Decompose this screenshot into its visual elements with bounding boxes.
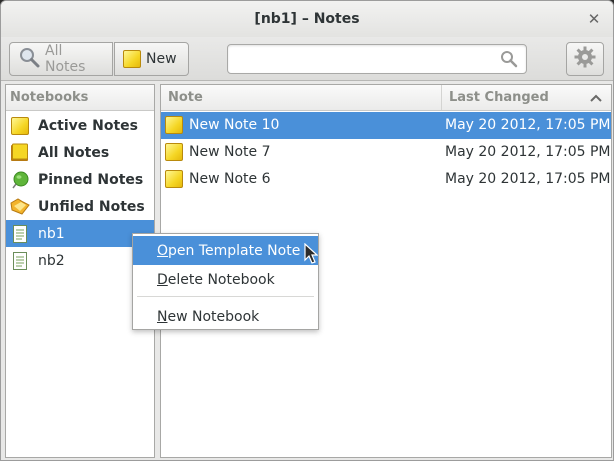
note-title: New Note 7 — [189, 144, 271, 160]
close-icon: ✕ — [587, 10, 601, 28]
notes-window: [nb1] – Notes ✕ All Notes New Notebooks … — [0, 0, 614, 461]
all-notes-label: All Notes — [45, 43, 86, 75]
notebook-label: nb2 — [38, 252, 65, 269]
new-note-label: New — [146, 51, 177, 67]
title-bar: [nb1] – Notes ✕ — [1, 1, 613, 37]
settings-button[interactable] — [566, 42, 604, 76]
notebook-item-pinned-notes[interactable]: Pinned Notes — [6, 166, 154, 193]
notebook-doc-icon — [10, 224, 30, 244]
search-icon — [500, 50, 518, 72]
notebook-doc-icon — [10, 251, 30, 271]
search-input[interactable] — [227, 44, 527, 74]
toolbar: All Notes New — [1, 37, 613, 81]
notebook-label: Unfiled Notes — [38, 198, 145, 215]
note-date: May 20 2012, 17:05 PM — [445, 144, 611, 160]
notebook-label: Pinned Notes — [38, 171, 144, 188]
sort-ascending-icon — [590, 92, 602, 107]
column-header-last-changed-label: Last Changed — [449, 90, 549, 105]
context-menu: Open Template Note Delete Notebook New N… — [132, 233, 319, 330]
note-icon — [165, 170, 183, 188]
menu-mnemonic: D — [157, 271, 168, 288]
column-header-last-changed[interactable]: Last Changed — [441, 85, 612, 110]
menu-item-new-notebook[interactable]: New Notebook — [133, 302, 318, 331]
note-icon — [165, 116, 183, 134]
menu-item-delete-notebook[interactable]: Delete Notebook — [133, 265, 318, 294]
notebook-label: Active Notes — [38, 117, 138, 134]
note-row[interactable]: New Note 10 May 20 2012, 17:05 PM — [161, 112, 611, 139]
note-icon — [10, 116, 30, 136]
search-icon — [18, 46, 40, 72]
menu-item-label: ew Notebook — [167, 308, 260, 325]
notes-column-headers: Note Last Changed — [161, 85, 611, 111]
menu-item-label: elete Notebook — [167, 271, 275, 288]
note-row[interactable]: New Note 7 May 20 2012, 17:05 PM — [161, 139, 611, 166]
menu-mnemonic: O — [157, 242, 169, 259]
note-title: New Note 10 — [189, 117, 280, 133]
notebook-item-active-notes[interactable]: Active Notes — [6, 112, 154, 139]
new-note-button[interactable]: New — [114, 42, 189, 76]
close-button[interactable]: ✕ — [583, 8, 605, 30]
notebook-label: All Notes — [38, 144, 110, 161]
note-icon — [123, 50, 141, 68]
menu-item-open-template-note[interactable]: Open Template Note — [133, 236, 318, 265]
menu-mnemonic: N — [157, 308, 168, 325]
notebook-item-unfiled-notes[interactable]: Unfiled Notes — [6, 193, 154, 220]
column-header-note[interactable]: Note — [168, 90, 203, 105]
mouse-pointer-icon — [304, 242, 319, 269]
menu-separator — [137, 296, 314, 297]
notebook-item-all-notes[interactable]: All Notes — [6, 139, 154, 166]
notebooks-header[interactable]: Notebooks — [6, 85, 154, 111]
menu-item-label: pen Template Note — [168, 242, 301, 259]
note-title: New Note 6 — [189, 171, 271, 187]
window-title: [nb1] – Notes — [254, 11, 360, 27]
note-date: May 20 2012, 17:05 PM — [445, 117, 611, 133]
pin-icon — [10, 170, 30, 190]
note-date: May 20 2012, 17:05 PM — [445, 171, 611, 187]
notebook-icon — [10, 143, 30, 163]
notebook-label: nb1 — [38, 225, 65, 242]
note-icon — [165, 143, 183, 161]
all-notes-button[interactable]: All Notes — [9, 42, 113, 76]
note-row[interactable]: New Note 6 May 20 2012, 17:05 PM — [161, 166, 611, 193]
gear-icon — [573, 45, 597, 73]
folder-icon — [10, 197, 30, 217]
